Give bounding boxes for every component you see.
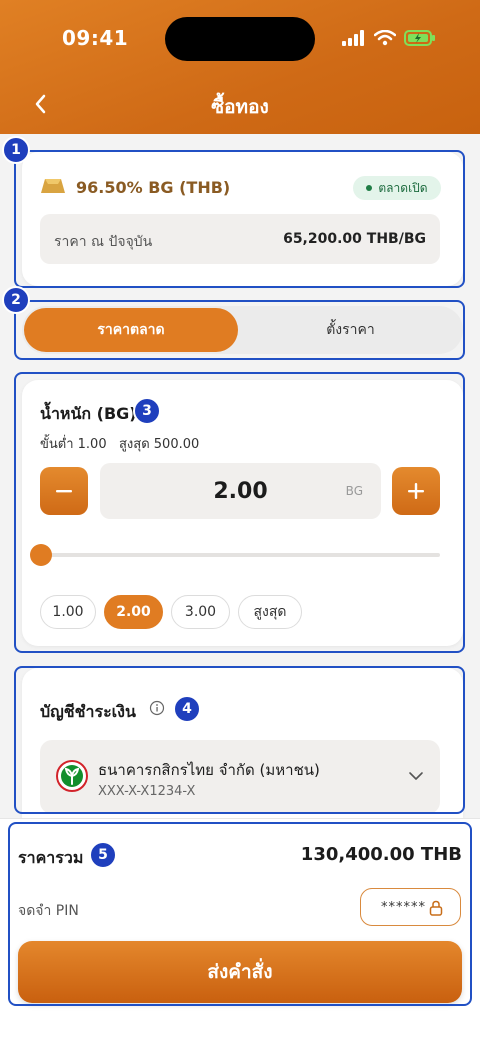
signal-icon xyxy=(342,30,364,46)
minus-icon xyxy=(56,490,72,493)
lock-icon xyxy=(429,900,443,916)
market-status-badge: ตลาดเปิด xyxy=(353,176,441,200)
status-time: 09:41 xyxy=(62,26,129,50)
gold-bar-icon xyxy=(41,179,65,193)
weight-input[interactable]: 2.00 BG xyxy=(100,463,381,519)
weight-slider-thumb[interactable] xyxy=(29,544,52,566)
page-title: ซื้อทอง xyxy=(211,96,269,118)
app-header: 09:41 ซื้อทอง xyxy=(0,0,480,134)
dynamic-island xyxy=(165,17,315,61)
bank-account-selector[interactable]: ธนาคารกสิกรไทย จำกัด (มหาชน) XXX-X-X1234… xyxy=(40,740,440,814)
weight-unit: BG xyxy=(345,484,363,498)
annotation-badge-3: 3 xyxy=(133,397,161,425)
weight-value: 2.00 xyxy=(213,479,268,504)
weight-slider-track[interactable] xyxy=(40,553,440,557)
preset-chip[interactable]: 3.00 xyxy=(171,595,230,629)
total-value: 130,400.00 THB xyxy=(300,844,462,865)
bank-logo-icon xyxy=(56,760,88,792)
info-icon[interactable] xyxy=(149,700,165,716)
wifi-icon xyxy=(374,30,396,46)
decrease-button[interactable] xyxy=(40,467,88,515)
preset-chip[interactable]: 1.00 xyxy=(40,595,96,629)
order-type-toggle: ราคาตลาด ตั้งราคา xyxy=(22,306,463,354)
bank-account-number: XXX-X-X1234-X xyxy=(98,784,196,799)
tab-limit-price[interactable]: ตั้งราคา xyxy=(240,308,461,352)
gold-product-name: 96.50% BG (THB) xyxy=(76,178,231,197)
increase-button[interactable] xyxy=(392,467,440,515)
chevron-down-icon xyxy=(409,772,423,780)
current-price-label: ราคา ณ ปัจจุบัน xyxy=(54,234,153,250)
submit-order-button[interactable]: ส่งคำสั่ง xyxy=(18,941,462,1003)
preset-chip-selected[interactable]: 2.00 xyxy=(104,595,163,629)
weight-title: น้ำหนัก (BG) xyxy=(40,404,137,423)
status-icons xyxy=(342,28,436,48)
tab-market-price[interactable]: ราคาตลาด xyxy=(24,308,238,352)
weight-range: ขั้นต่ำ 1.00 สูงสุด 500.00 xyxy=(40,437,200,452)
annotation-badge-5: 5 xyxy=(89,841,117,869)
market-status-text: ตลาดเปิด xyxy=(378,180,428,195)
pin-mask: ****** xyxy=(381,900,426,915)
pin-input[interactable]: ****** xyxy=(360,888,461,926)
annotation-badge-4: 4 xyxy=(173,695,201,723)
payment-account-title: บัญชีชำระเงิน xyxy=(40,702,136,721)
remember-pin-label: จดจำ PIN xyxy=(18,903,79,919)
annotation-badge-2: 2 xyxy=(2,286,30,314)
status-dot xyxy=(366,185,373,191)
annotation-badge-1: 1 xyxy=(2,136,30,164)
total-label: ราคารวม xyxy=(18,848,84,867)
plus-icon xyxy=(408,483,424,499)
preset-chip-max[interactable]: สูงสุด xyxy=(238,595,302,629)
battery-icon xyxy=(404,30,435,46)
bank-name: ธนาคารกสิกรไทย จำกัด (มหาชน) xyxy=(98,761,320,779)
current-price-value: 65,200.00 THB/BG xyxy=(283,231,426,247)
current-price-box: ราคา ณ ปัจจุบัน 65,200.00 THB/BG xyxy=(40,214,440,264)
